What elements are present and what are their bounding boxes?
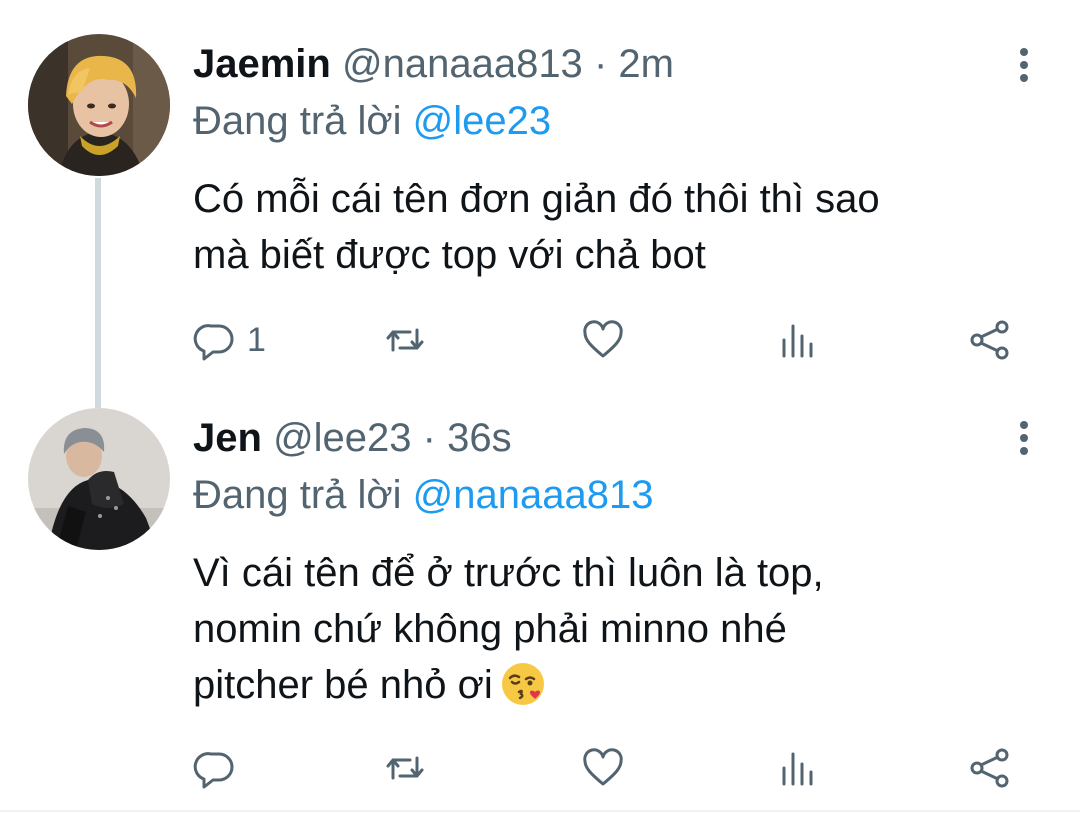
heart-icon <box>583 748 623 786</box>
tweet-content: Jaemin @nanaaa813 · 2m Đang trả lời @lee… <box>193 40 1020 283</box>
analytics-button[interactable] <box>776 312 820 368</box>
tweet-thread: Jaemin @nanaaa813 · 2m Đang trả lời @lee… <box>0 0 1080 813</box>
tweet-text-line-last: pitcher bé nhỏ ơi <box>193 657 1020 713</box>
heart-icon <box>583 320 623 358</box>
replying-to: Đang trả lời @lee23 <box>193 97 1020 145</box>
tweet-header: Jaemin @nanaaa813 · 2m <box>193 40 1020 88</box>
reply-count: 1 <box>247 320 266 359</box>
tweet-header: Jen @lee23 · 36s <box>193 414 1020 462</box>
retweet-icon <box>386 328 424 352</box>
timestamp[interactable]: 36s <box>447 416 512 460</box>
reply-prefix: Đang trả lời <box>193 99 402 143</box>
share-icon <box>970 320 1009 360</box>
like-button[interactable] <box>581 740 625 796</box>
more-vertical-icon <box>1020 48 1028 56</box>
tweet-text-line: Vì cái tên để ở trước thì luôn là top, <box>193 551 824 595</box>
tweet-content: Jen @lee23 · 36s Đang trả lời @nanaaa813… <box>193 414 1020 713</box>
replying-to: Đang trả lời @nanaaa813 <box>193 471 1020 519</box>
more-options-button[interactable] <box>1012 417 1036 461</box>
display-name[interactable]: Jaemin <box>193 42 331 86</box>
reply-button[interactable] <box>193 740 247 796</box>
avatar[interactable] <box>28 34 170 176</box>
tweet-text-line: pitcher bé nhỏ ơi <box>193 663 493 707</box>
reply-prefix: Đang trả lời <box>193 473 402 517</box>
analytics-button[interactable] <box>776 740 820 796</box>
tweet-text-line: mà biết được top với chả bot <box>193 233 706 277</box>
tweet-actions: 1 <box>0 312 1080 368</box>
avatar[interactable] <box>28 408 170 550</box>
tweet[interactable]: Jen @lee23 · 36s Đang trả lời @nanaaa813… <box>0 400 1080 800</box>
tweet-text-line: nomin chứ không phải minno nhé <box>193 607 787 651</box>
tweet-text: Có mỗi cái tên đơn giản đó thôi thì sao … <box>193 171 1020 283</box>
user-handle[interactable]: @nanaaa813 <box>342 42 583 86</box>
tweet-actions <box>0 740 1080 796</box>
separator-dot: · <box>593 42 608 86</box>
analytics-icon <box>782 752 813 786</box>
share-button[interactable] <box>968 312 1012 368</box>
like-button[interactable] <box>581 312 625 368</box>
face-blowing-a-kiss-icon <box>501 663 544 705</box>
retweet-button[interactable] <box>383 312 427 368</box>
analytics-icon <box>782 324 813 358</box>
tweet[interactable]: Jaemin @nanaaa813 · 2m Đang trả lời @lee… <box>0 0 1080 400</box>
bottom-divider <box>0 810 1080 812</box>
display-name[interactable]: Jen <box>193 416 262 460</box>
retweet-button[interactable] <box>383 740 427 796</box>
user-handle[interactable]: @lee23 <box>273 416 411 460</box>
tweet-text-line: Có mỗi cái tên đơn giản đó thôi thì sao <box>193 177 880 221</box>
more-vertical-icon <box>1020 421 1028 429</box>
retweet-icon <box>386 756 424 780</box>
reply-icon <box>193 752 234 789</box>
share-button[interactable] <box>968 740 1012 796</box>
reply-to-link[interactable]: @lee23 <box>413 99 551 143</box>
more-options-button[interactable] <box>1012 44 1036 88</box>
reply-to-link[interactable]: @nanaaa813 <box>413 473 654 517</box>
share-icon <box>970 748 1009 788</box>
tweet-text: Vì cái tên để ở trước thì luôn là top, n… <box>193 545 1020 713</box>
separator-dot: · <box>422 416 436 460</box>
reply-icon <box>193 324 234 361</box>
reply-button[interactable]: 1 <box>193 312 266 368</box>
timestamp[interactable]: 2m <box>618 42 674 86</box>
